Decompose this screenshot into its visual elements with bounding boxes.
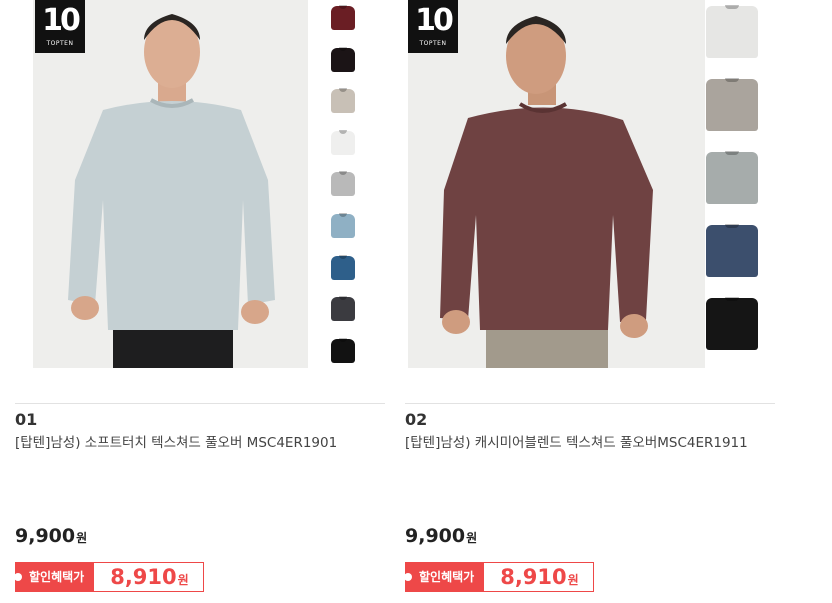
topten-logo: 10 TOPTEN [35,0,85,53]
logo-text: TOPTEN [46,40,74,47]
swatch-sweater [331,6,355,30]
product-rank: 02 [405,410,428,429]
color-swatch-list [328,2,362,376]
color-swatch[interactable] [703,294,761,352]
logo-number: 10 [415,3,454,38]
color-swatch[interactable] [328,293,358,323]
swatch-sweater [706,298,758,350]
swatch-sweater [331,213,355,238]
swatch-sweater [706,152,758,204]
color-swatch[interactable] [328,168,358,198]
product-name-link[interactable]: [탑텐]남성) 캐시미어블렌드 텍스쳐드 풀오버MSC4ER1911 [405,432,770,454]
swatch-collar [339,254,347,259]
swatch-sweater [331,297,355,322]
color-swatch[interactable] [328,335,358,365]
product-price: 9,900원 [405,525,477,547]
swatch-sweater [706,225,758,277]
product-image[interactable]: 10 TOPTEN [405,0,765,368]
divider [405,403,775,404]
price-value: 9,900 [405,525,466,547]
color-swatch[interactable] [328,2,358,32]
swatch-sweater [331,338,355,363]
color-swatch[interactable] [703,75,761,133]
swatch-sweater [331,130,355,155]
discount-label: 할인혜택가 [403,562,485,592]
color-swatch-list [703,2,765,367]
topten-logo: 10 TOPTEN [408,0,458,53]
swatch-collar [725,5,739,9]
main-garment [440,107,653,330]
swatch-collar [725,297,739,301]
color-swatch[interactable] [328,44,358,74]
product-price: 9,900원 [15,525,87,547]
product-card[interactable]: 10 TOPTEN 02 [탑텐]남성) 캐시미어블렌드 텍스쳐드 풀오버MSC… [403,0,775,603]
color-swatch[interactable] [703,221,761,279]
price-value: 9,900 [15,525,76,547]
currency-unit: 원 [567,573,579,587]
model-figure [68,14,275,368]
model-photo[interactable] [408,0,705,368]
divider [15,403,385,404]
discount-price: 8,910원 [94,562,204,592]
main-garment [68,101,275,330]
swatch-collar [725,224,739,228]
color-swatch[interactable] [328,252,358,282]
product-rank: 01 [15,410,38,429]
swatch-sweater [331,47,355,72]
swatch-collar [725,151,739,155]
swatch-sweater [331,89,355,114]
logo-text: TOPTEN [419,40,447,47]
color-swatch[interactable] [328,127,358,157]
discount-label: 할인혜택가 [13,562,95,592]
color-swatch[interactable] [328,85,358,115]
color-swatch[interactable] [703,148,761,206]
logo-number: 10 [42,3,81,38]
product-name-link[interactable]: [탑텐]남성) 소프트터치 텍스쳐드 풀오버 MSC4ER1901 [15,432,380,454]
discount-price-box: 할인혜택가 8,910원 [13,562,204,592]
color-swatch[interactable] [328,210,358,240]
model-photo[interactable] [33,0,308,368]
swatch-sweater [331,255,355,280]
currency-unit: 원 [76,531,88,545]
swatch-collar [725,78,739,82]
color-swatch[interactable] [703,2,761,60]
currency-unit: 원 [466,531,478,545]
swatch-sweater [706,6,758,58]
swatch-sweater [706,79,758,131]
discount-price-value: 8,910 [110,565,177,589]
model-figure [440,16,653,368]
discount-price-value: 8,910 [500,565,567,589]
discount-price: 8,910원 [484,562,594,592]
product-image[interactable]: 10 TOPTEN [15,0,375,368]
swatch-collar [339,46,347,51]
currency-unit: 원 [177,573,189,587]
swatch-sweater [331,172,355,197]
product-card[interactable]: 10 TOPTEN 01 [탑텐]남성) 소프트터치 텍스쳐드 풀오버 MSC4… [13,0,385,603]
discount-price-box: 할인혜택가 8,910원 [403,562,594,592]
